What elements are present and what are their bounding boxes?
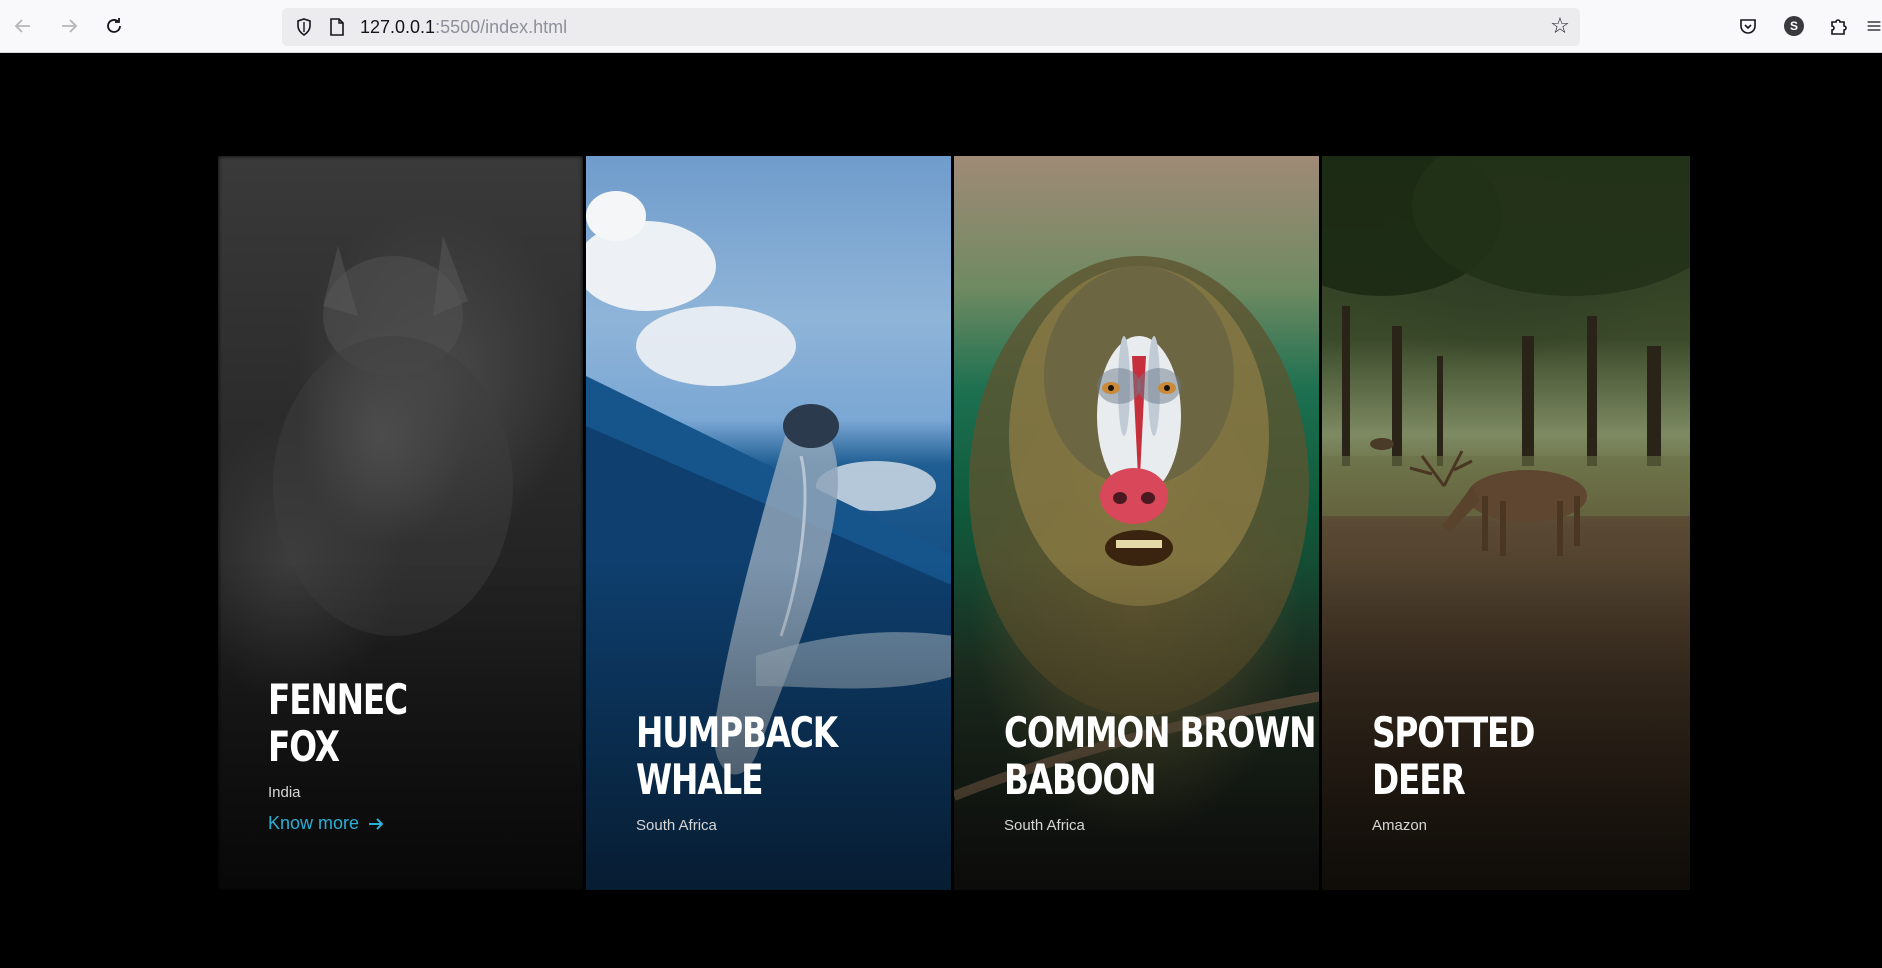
puzzle-icon: [1831, 19, 1847, 35]
card-location: Amazon: [1372, 817, 1428, 834]
reload-icon: [107, 18, 121, 33]
url-text[interactable]: 127.0.0.1:5500/index.html: [360, 17, 567, 38]
arrow-left-icon: [14, 19, 30, 33]
pocket-button[interactable]: [1735, 13, 1761, 39]
pocket-icon: [1740, 19, 1756, 34]
card-title: HUMPBACK WHALE: [636, 708, 838, 804]
account-button[interactable]: S: [1781, 13, 1807, 39]
page-icon[interactable]: [328, 17, 346, 37]
card-title: COMMON BROWN BABOON: [1004, 708, 1316, 804]
arrow-right-icon: [62, 19, 78, 33]
avatar: S: [1784, 16, 1804, 36]
card-title: FENNEC FOX: [268, 675, 408, 771]
reload-button[interactable]: [99, 11, 129, 41]
card-content: HUMPBACK WHALE South Africa: [636, 709, 931, 834]
card-content: SPOTTED DEER Amazon: [1372, 709, 1670, 834]
forward-button[interactable]: [54, 11, 84, 41]
bookmark-star-icon[interactable]: ☆: [1548, 15, 1572, 39]
card-location: India: [268, 784, 301, 801]
extensions-button[interactable]: [1826, 13, 1852, 39]
menu-button[interactable]: [1866, 13, 1882, 39]
url-host: 127.0.0.1: [360, 17, 436, 37]
url-path: :5500/index.html: [435, 17, 568, 37]
address-bar[interactable]: 127.0.0.1:5500/index.html ☆: [282, 8, 1580, 46]
card-content: COMMON BROWN BABOON South Africa: [1004, 709, 1316, 834]
card-common-brown-baboon[interactable]: COMMON BROWN BABOON South Africa: [954, 156, 1322, 890]
animal-gallery: FENNEC FOX India Know more HUMPBACK WHAL…: [218, 156, 1690, 890]
know-more-link[interactable]: Know more: [268, 813, 385, 834]
shield-icon[interactable]: [294, 17, 314, 37]
card-fennec-fox[interactable]: FENNEC FOX India Know more: [218, 156, 586, 890]
card-location: South Africa: [1004, 817, 1085, 834]
back-button[interactable]: [8, 11, 38, 41]
card-spotted-deer[interactable]: SPOTTED DEER Amazon: [1322, 156, 1690, 890]
browser-toolbar: 127.0.0.1:5500/index.html ☆ S: [0, 0, 1882, 53]
know-more-label: Know more: [268, 813, 360, 833]
arrow-right-icon: [369, 817, 384, 830]
hamburger-icon: [1867, 21, 1881, 31]
card-content: FENNEC FOX India Know more: [268, 676, 563, 834]
card-title: SPOTTED DEER: [1372, 708, 1535, 804]
card-humpback-whale[interactable]: HUMPBACK WHALE South Africa: [586, 156, 954, 890]
card-location: South Africa: [636, 817, 717, 834]
